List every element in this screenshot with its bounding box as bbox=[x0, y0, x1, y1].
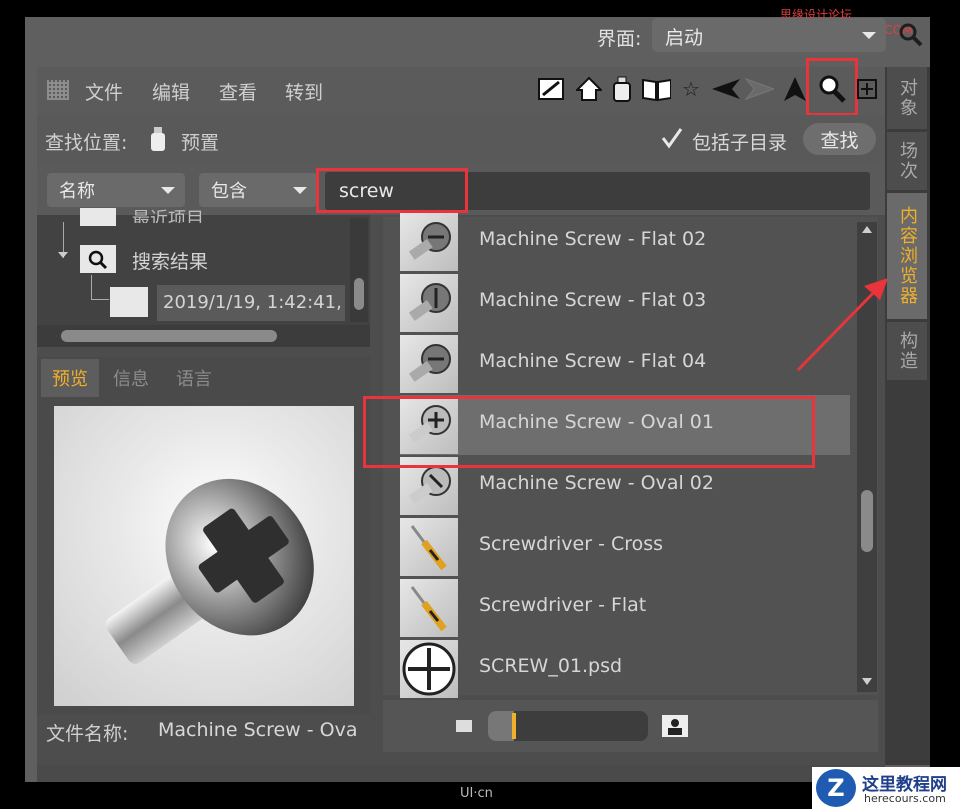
menu-edit[interactable]: 编辑 bbox=[152, 78, 190, 105]
item-label: Machine Screw - Oval 02 bbox=[479, 472, 714, 494]
item-label: Machine Screw - Flat 03 bbox=[479, 289, 707, 311]
tab-preview[interactable]: 预览 bbox=[41, 359, 99, 397]
include-subdirs-label: 包括子目录 bbox=[692, 132, 788, 154]
draw-icon[interactable] bbox=[536, 74, 566, 104]
search-icon[interactable] bbox=[898, 22, 924, 48]
tree-line bbox=[91, 275, 92, 299]
list-item[interactable]: Screwdriver - Cross bbox=[400, 517, 860, 577]
annotation-arrow-icon bbox=[796, 278, 888, 372]
thumbnail-size-slider[interactable] bbox=[488, 711, 648, 741]
screwdriver-icon bbox=[400, 518, 458, 576]
screw-flat-icon bbox=[400, 213, 458, 271]
item-label: SCREW_01.psd bbox=[479, 655, 623, 677]
scroll-thumb[interactable] bbox=[61, 330, 277, 342]
forward-icon[interactable] bbox=[744, 74, 774, 104]
search-location-label: 查找位置: bbox=[45, 132, 128, 154]
mode-select[interactable]: 包含 bbox=[199, 173, 317, 207]
find-button[interactable]: 查找 bbox=[803, 123, 876, 155]
large-thumb-icon[interactable] bbox=[662, 715, 688, 737]
menu-goto[interactable]: 转到 bbox=[285, 78, 323, 105]
tree-line bbox=[91, 299, 109, 300]
scroll-down-icon[interactable] bbox=[862, 678, 872, 685]
scroll-up-icon[interactable] bbox=[862, 226, 872, 233]
add-icon[interactable] bbox=[856, 78, 878, 100]
next-panel-strip bbox=[37, 765, 885, 782]
folder-icon bbox=[110, 287, 148, 317]
footer-logo: UI·cn bbox=[460, 786, 493, 801]
field-select[interactable]: 名称 bbox=[47, 173, 185, 207]
include-subdirs-checkbox[interactable] bbox=[660, 126, 684, 150]
slider-fill bbox=[488, 711, 514, 741]
search-icon[interactable] bbox=[817, 74, 847, 104]
list-item[interactable]: Screwdriver - Flat bbox=[400, 578, 860, 638]
chevron-down-icon bbox=[862, 32, 876, 39]
tree-item-search-results[interactable]: 搜索结果 bbox=[132, 247, 208, 274]
list-item[interactable]: SCREW_01.psd bbox=[400, 639, 860, 699]
list-item[interactable]: Machine Screw - Flat 02 bbox=[400, 212, 860, 272]
search-location-value: 预置 bbox=[181, 132, 220, 154]
menu-view[interactable]: 查看 bbox=[219, 78, 257, 105]
screw-flat-icon bbox=[400, 274, 458, 332]
screwdriver-icon bbox=[400, 579, 458, 637]
slider-handle[interactable] bbox=[512, 713, 516, 739]
menu-file[interactable]: 文件 bbox=[85, 78, 123, 105]
brand-url: herecours.com bbox=[864, 792, 946, 805]
brand-logo-icon: Z bbox=[816, 769, 856, 807]
item-label: Screwdriver - Flat bbox=[479, 594, 647, 616]
tab-language[interactable]: 语言 bbox=[163, 359, 225, 397]
search-folder-icon bbox=[80, 245, 116, 273]
tree-item-result[interactable]: 2019/1/19, 1:42:41, bbox=[157, 285, 345, 321]
tree-vscroll[interactable] bbox=[350, 218, 368, 322]
interface-select-value: 启动 bbox=[665, 27, 704, 49]
item-label: Machine Screw - Flat 04 bbox=[479, 350, 707, 372]
query-highlight bbox=[316, 168, 468, 213]
star-icon[interactable]: ☆ bbox=[676, 74, 706, 104]
interface-select[interactable]: 启动 bbox=[652, 18, 886, 52]
item-label: Screwdriver - Cross bbox=[479, 533, 664, 555]
brand-watermark: Z 这里教程网 herecours.com bbox=[812, 767, 960, 809]
scroll-thumb[interactable] bbox=[861, 490, 873, 552]
grip-icon[interactable] bbox=[47, 80, 69, 100]
selection-highlight bbox=[363, 396, 815, 468]
file-name-value: Machine Screw - Ova bbox=[158, 719, 358, 741]
item-label: Machine Screw - Flat 02 bbox=[479, 228, 707, 250]
interface-label: 界面: bbox=[597, 28, 642, 50]
book-icon[interactable] bbox=[641, 74, 671, 104]
expand-icon[interactable] bbox=[58, 252, 68, 258]
tree-hscroll[interactable] bbox=[37, 325, 370, 347]
side-tab-layers[interactable]: 场次 bbox=[887, 132, 927, 190]
bottle-icon[interactable] bbox=[607, 74, 637, 104]
cross-circle-icon bbox=[400, 640, 458, 698]
mode-select-value: 包含 bbox=[211, 181, 247, 202]
tree-item-recent[interactable]: 最近项目 bbox=[132, 205, 204, 223]
screw-flat-icon bbox=[400, 335, 458, 393]
tab-info[interactable]: 信息 bbox=[102, 359, 160, 397]
preview-image bbox=[54, 406, 354, 706]
home-icon[interactable] bbox=[574, 74, 604, 104]
small-thumb-icon[interactable] bbox=[456, 720, 472, 732]
folder-icon bbox=[80, 208, 116, 226]
bottle-icon bbox=[149, 126, 167, 152]
field-select-value: 名称 bbox=[59, 181, 95, 202]
back-icon[interactable] bbox=[710, 74, 740, 104]
chevron-down-icon bbox=[293, 187, 307, 194]
chevron-down-icon bbox=[161, 187, 175, 194]
file-name-label: 文件名称: bbox=[46, 723, 129, 745]
scroll-thumb[interactable] bbox=[354, 278, 364, 310]
side-tab-object[interactable]: 对象 bbox=[887, 67, 927, 129]
